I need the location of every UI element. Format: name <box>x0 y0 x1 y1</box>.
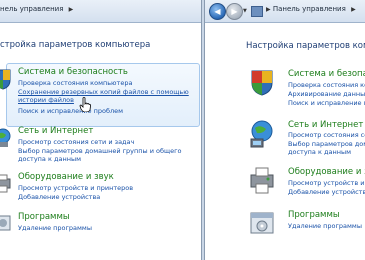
link-uninstall-program[interactable]: Удаление программы <box>288 222 362 230</box>
category-title[interactable]: Система и безопасность <box>18 67 128 77</box>
left-window: нель управления ▶ стройка параметров ком… <box>0 0 202 260</box>
page-title: Настройка параметров компьютера <box>246 41 365 51</box>
programs-icon <box>0 215 11 231</box>
category-title[interactable]: Программы <box>18 212 70 222</box>
forward-button[interactable]: ▶ <box>226 3 243 20</box>
breadcrumb-arrow-icon[interactable]: ▶ <box>69 6 74 13</box>
back-button[interactable]: ◀ <box>209 3 226 20</box>
link-network-status[interactable]: Просмотр состояния сети и задач <box>18 138 134 146</box>
printer-icon <box>250 167 274 194</box>
address-bar[interactable]: нель управления ▶ <box>0 0 201 23</box>
link-troubleshoot[interactable]: Поиск и исправление про <box>288 99 365 107</box>
programs-icon <box>250 212 274 234</box>
link-homegroup-options-cont[interactable]: доступа к данным <box>288 148 351 156</box>
link-homegroup-options[interactable]: Выбор параметров домашней группы и общег… <box>18 147 182 155</box>
breadcrumb-arrow-icon[interactable]: ▶ <box>351 6 356 13</box>
link-check-computer-status[interactable]: Проверка состояния компь <box>288 81 365 89</box>
link-devices-printers[interactable]: Просмотр устройств и принтеров <box>18 184 133 192</box>
link-file-history-backup-cont[interactable]: истории файлов <box>18 96 74 104</box>
control-panel-icon <box>251 6 263 17</box>
breadcrumb-arrow-icon[interactable]: ▶ <box>266 6 271 13</box>
link-uninstall-program[interactable]: Удаление программы <box>18 224 92 232</box>
link-add-device[interactable]: Добавление устройств <box>288 188 365 196</box>
category-title[interactable]: Система и безопас <box>288 69 365 79</box>
link-homegroup-options[interactable]: Выбор параметров дом <box>288 140 365 148</box>
page-title: стройка параметров компьютера <box>0 40 151 50</box>
category-title[interactable]: Программы <box>288 210 340 220</box>
link-network-status[interactable]: Просмотр состояния се <box>288 131 365 139</box>
link-check-computer-status[interactable]: Проверка состояния компьютера <box>18 79 132 87</box>
right-window: ◀ ▶ ▼ ▶ Панель управления ▶ Настройка па… <box>204 0 365 260</box>
breadcrumb-control-panel[interactable]: Панель управления <box>273 5 346 13</box>
breadcrumb-control-panel[interactable]: нель управления <box>0 5 63 13</box>
network-globe-icon <box>250 120 273 148</box>
category-title[interactable]: Оборудование и звук <box>18 172 114 182</box>
category-title[interactable]: Оборудование и з <box>288 167 365 177</box>
link-homegroup-options-cont[interactable]: доступа к данным <box>18 155 81 163</box>
link-file-history-backup[interactable]: Сохранение резервных копий файлов с помо… <box>18 88 189 96</box>
link-troubleshoot[interactable]: Поиск и исправление проблем <box>18 107 123 115</box>
category-title[interactable]: Сеть и Интернет <box>288 120 363 130</box>
link-backup[interactable]: Архивирование данных <box>288 90 365 98</box>
history-dropdown-icon[interactable]: ▼ <box>243 8 247 14</box>
category-title[interactable]: Сеть и Интернет <box>18 126 93 136</box>
address-bar[interactable]: ◀ ▶ ▼ ▶ Панель управления ▶ <box>205 0 365 23</box>
shield-icon <box>0 69 11 90</box>
shield-icon <box>251 70 273 96</box>
link-devices-printers[interactable]: Просмотр устройств и <box>288 179 364 187</box>
network-globe-icon <box>0 128 11 147</box>
hand-cursor-icon <box>79 97 91 112</box>
printer-icon <box>0 174 11 193</box>
link-add-device[interactable]: Добавление устройства <box>18 193 100 201</box>
